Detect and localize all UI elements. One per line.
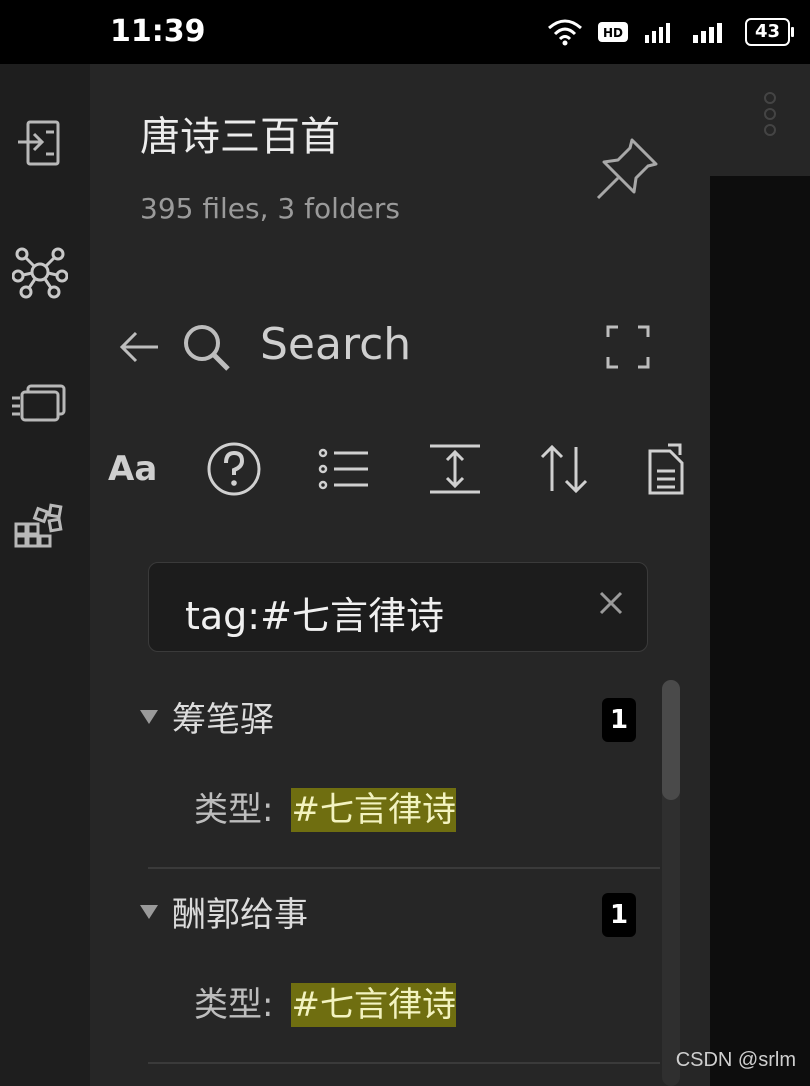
signal-4g-icon	[644, 23, 670, 43]
left-sidebar-panel: 唐诗三百首 395 files, 3 folders Search Aa tag…	[90, 64, 710, 1086]
graph-view-icon[interactable]	[12, 244, 68, 300]
plugins-icon[interactable]	[12, 502, 68, 558]
sort-icon[interactable]	[536, 434, 592, 504]
result-match-line[interactable]: 类型: #七言律诗	[194, 977, 456, 1027]
show-more-context-icon[interactable]	[428, 434, 482, 504]
clock: 11:39	[110, 14, 206, 49]
match-prefix: 类型:	[194, 790, 274, 830]
match-highlight: #七言律诗	[291, 788, 456, 832]
pin-icon[interactable]	[590, 134, 662, 210]
collapse-caret-icon[interactable]	[140, 710, 158, 724]
hd-icon: HD	[597, 22, 628, 42]
result-match-line[interactable]: 类型: #七言律诗	[194, 782, 456, 832]
result-group[interactable]: 筹笔驿 1 类型: #七言律诗	[90, 674, 710, 869]
match-highlight: #七言律诗	[291, 983, 456, 1027]
back-arrow-icon[interactable]	[118, 329, 162, 365]
watermark: CSDN @srlm	[675, 1049, 796, 1071]
signal-5g-icon	[692, 23, 722, 43]
vault-stats: 395 files, 3 folders	[140, 192, 400, 225]
collapse-caret-icon[interactable]	[140, 905, 158, 919]
copy-results-icon[interactable]	[646, 434, 686, 504]
more-options-icon[interactable]	[764, 92, 776, 136]
left-ribbon	[0, 64, 90, 1086]
main-editor-area	[710, 64, 810, 1086]
match-count-badge: 1	[602, 698, 636, 742]
editor-header	[710, 64, 810, 176]
file-explorer-icon[interactable]	[12, 116, 68, 172]
search-title: Search	[260, 319, 412, 370]
divider	[148, 1062, 660, 1064]
help-icon[interactable]	[206, 434, 262, 504]
result-file-name[interactable]: 酬郭给事	[172, 887, 308, 936]
wifi-icon	[547, 19, 582, 46]
slides-icon[interactable]	[12, 376, 68, 432]
search-toolbar: Aa	[90, 434, 710, 504]
vault-name: 唐诗三百首	[140, 114, 340, 160]
match-count-badge: 1	[602, 893, 636, 937]
match-prefix: 类型:	[194, 985, 274, 1025]
expand-icon[interactable]	[604, 323, 652, 371]
result-file-name[interactable]: 筹笔驿	[172, 692, 274, 741]
search-results: 筹笔驿 1 类型: #七言律诗 酬郭给事 1 类型: #七言律诗	[90, 674, 710, 1064]
battery-indicator: 43	[744, 18, 795, 46]
search-icon	[184, 325, 230, 371]
search-header: Search	[118, 319, 678, 379]
search-query[interactable]: tag:#七言律诗	[185, 585, 444, 640]
hd-label: HD	[603, 26, 623, 40]
collapse-results-icon[interactable]	[318, 434, 370, 504]
result-group[interactable]: 酬郭给事 1 类型: #七言律诗	[90, 869, 710, 1064]
match-case-icon[interactable]: Aa	[108, 434, 157, 504]
status-bar: 11:39 HD 43	[0, 0, 810, 64]
clear-search-icon[interactable]	[597, 589, 625, 617]
search-input[interactable]: tag:#七言律诗	[148, 562, 648, 652]
status-icons: HD 43	[547, 18, 795, 46]
